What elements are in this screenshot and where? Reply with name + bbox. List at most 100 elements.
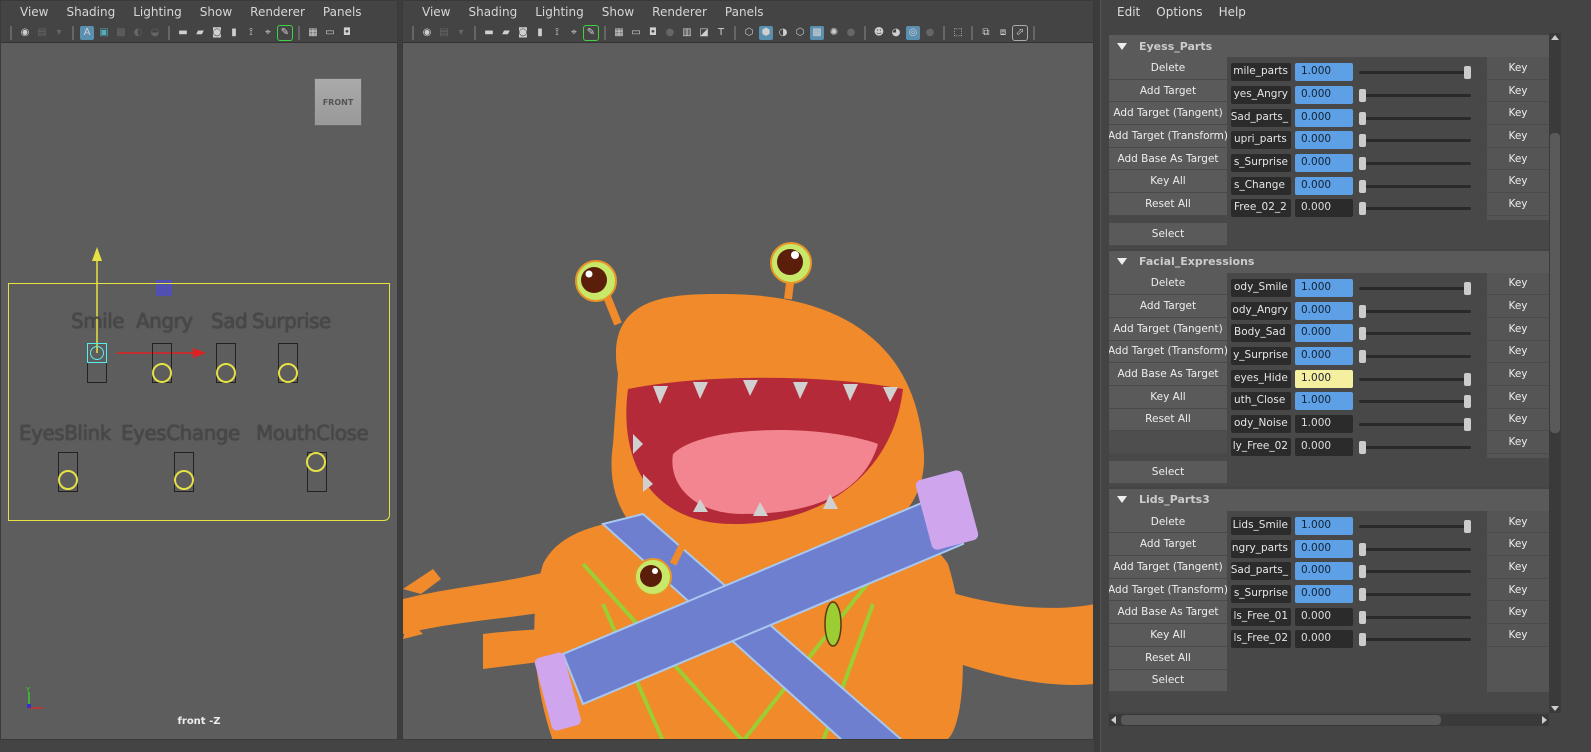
- resolution-gate-toggle-icon[interactable]: ◘: [646, 26, 660, 40]
- select-button[interactable]: Select: [1109, 461, 1227, 484]
- weight-slider[interactable]: [1359, 131, 1471, 149]
- delete-button[interactable]: Delete: [1109, 57, 1227, 80]
- film-gate-toggle-icon[interactable]: ▭: [629, 26, 643, 40]
- weight-slider[interactable]: [1359, 199, 1471, 217]
- menu-panels[interactable]: Panels: [716, 5, 773, 19]
- control-knob-sad[interactable]: [216, 363, 236, 383]
- menu-shading[interactable]: Shading: [57, 5, 124, 19]
- vertical-scroll-thumb[interactable]: [1550, 133, 1560, 433]
- camera-select-icon[interactable]: ◉: [18, 26, 32, 40]
- vertical-scrollbar[interactable]: [1549, 33, 1561, 713]
- resolution-gate-icon[interactable]: ▰: [499, 26, 513, 40]
- key-button[interactable]: Key: [1487, 193, 1549, 216]
- weight-field[interactable]: 1.000: [1295, 392, 1353, 411]
- lights-icon[interactable]: ✺: [827, 26, 841, 40]
- select-button[interactable]: Select: [1109, 669, 1227, 693]
- weight-slider[interactable]: [1359, 608, 1471, 626]
- slider-handle[interactable]: [1464, 281, 1471, 295]
- lock-camera-icon[interactable]: ▤: [35, 26, 49, 40]
- weight-field[interactable]: 1.000: [1295, 369, 1353, 388]
- menu-show[interactable]: Show: [191, 5, 241, 19]
- key-button[interactable]: Key: [1487, 511, 1549, 534]
- slider-handle[interactable]: [1359, 588, 1366, 602]
- target-name[interactable]: uth_Close: [1231, 392, 1291, 411]
- pencil-icon[interactable]: ✎: [583, 24, 599, 41]
- control-knob-eyeschange[interactable]: [174, 470, 194, 490]
- perspective-viewport[interactable]: View Shading Lighting Show Renderer Pane…: [402, 0, 1094, 740]
- weight-field[interactable]: 0.000: [1295, 346, 1353, 365]
- scroll-up-icon[interactable]: [1551, 35, 1559, 40]
- slider-handle[interactable]: [1359, 179, 1366, 193]
- weight-field[interactable]: 0.000: [1295, 607, 1353, 626]
- weight-field[interactable]: 1.000: [1295, 414, 1353, 433]
- delete-button[interactable]: Delete: [1109, 510, 1227, 534]
- key-button[interactable]: Key: [1487, 125, 1549, 148]
- target-name[interactable]: Lids_Smile: [1231, 517, 1291, 536]
- key-button[interactable]: Key: [1487, 273, 1549, 296]
- target-name[interactable]: Body_Sad: [1231, 324, 1291, 343]
- weight-slider[interactable]: [1359, 370, 1471, 388]
- target-name[interactable]: ody_Angry: [1231, 301, 1291, 320]
- weight-slider[interactable]: [1359, 585, 1471, 603]
- weight-field[interactable]: 0.000: [1295, 539, 1353, 558]
- scroll-right-icon[interactable]: [1542, 716, 1547, 724]
- perspective-canvas[interactable]: [403, 44, 1093, 739]
- key-button[interactable]: Key: [1487, 295, 1549, 318]
- target-name[interactable]: ls_Free_02: [1231, 630, 1291, 649]
- add-base-as-target-button[interactable]: Add Base As Target: [1109, 363, 1227, 386]
- slider-handle[interactable]: [1359, 111, 1366, 125]
- slider-handle[interactable]: [1464, 66, 1471, 80]
- menu-edit[interactable]: Edit: [1109, 5, 1148, 19]
- reset-all-button[interactable]: Reset All: [1109, 193, 1227, 216]
- field-chart-icon[interactable]: ▮: [533, 26, 547, 40]
- menu-shading[interactable]: Shading: [459, 5, 526, 19]
- target-name[interactable]: ly_Free_02: [1231, 437, 1291, 456]
- add-target-transform-button[interactable]: Add Target (Transform): [1109, 125, 1228, 148]
- weight-slider[interactable]: [1359, 415, 1471, 433]
- weight-field[interactable]: 1.000: [1295, 278, 1353, 297]
- weight-slider[interactable]: [1359, 438, 1471, 456]
- weight-field[interactable]: 1.000: [1295, 517, 1353, 536]
- slider-handle[interactable]: [1464, 520, 1471, 534]
- target-name[interactable]: s_Surprise: [1231, 585, 1291, 604]
- xray-icon[interactable]: ◐: [131, 26, 145, 40]
- slider-handle[interactable]: [1359, 565, 1366, 579]
- shadows-icon[interactable]: ●: [844, 26, 858, 40]
- slider-handle[interactable]: [1359, 202, 1366, 216]
- weight-slider[interactable]: [1359, 562, 1471, 580]
- resolution-gate-icon[interactable]: ▰: [193, 26, 207, 40]
- bookmark-icon[interactable]: ▾: [52, 26, 66, 40]
- section-header[interactable]: Facial_Expressions: [1109, 250, 1549, 273]
- gate-mask-icon[interactable]: ◙: [210, 26, 224, 40]
- weight-slider[interactable]: [1359, 279, 1471, 297]
- 2d-pan-zoom-icon[interactable]: ▣: [97, 26, 111, 40]
- weight-field[interactable]: 0.000: [1295, 154, 1353, 173]
- weight-slider[interactable]: [1359, 302, 1471, 320]
- weight-field[interactable]: 0.000: [1295, 630, 1353, 649]
- key-button[interactable]: Key: [1487, 80, 1549, 103]
- menu-view[interactable]: View: [413, 5, 459, 19]
- target-name[interactable]: upri_parts: [1231, 131, 1291, 150]
- add-target-transform-button[interactable]: Add Target (Transform): [1109, 340, 1228, 364]
- front-view-canvas[interactable]: FRONT Smile Angry Sad Surprise EyesBlink…: [1, 44, 397, 739]
- field-chart-toggle-icon[interactable]: ▥: [680, 26, 694, 40]
- target-name[interactable]: yes_Angry: [1231, 86, 1291, 105]
- weight-field[interactable]: 0.000: [1295, 131, 1353, 150]
- default-material-icon[interactable]: ◑: [776, 26, 790, 40]
- add-target-button[interactable]: Add Target: [1109, 295, 1227, 318]
- weight-slider[interactable]: [1359, 517, 1471, 535]
- control-knob-mouthclose[interactable]: [306, 452, 326, 472]
- slider-handle[interactable]: [1359, 542, 1366, 556]
- control-knob-surprise[interactable]: [278, 363, 298, 383]
- weight-field[interactable]: 0.000: [1295, 86, 1353, 105]
- grid-icon[interactable]: ▦: [306, 26, 320, 40]
- weight-slider[interactable]: [1359, 63, 1471, 81]
- add-base-as-target-button[interactable]: Add Base As Target: [1109, 147, 1227, 171]
- key-button[interactable]: Key: [1487, 341, 1549, 364]
- scroll-down-icon[interactable]: [1551, 706, 1559, 711]
- menu-help[interactable]: Help: [1211, 5, 1254, 19]
- menu-options[interactable]: Options: [1148, 5, 1210, 19]
- key-button[interactable]: Key: [1487, 170, 1549, 194]
- menu-show[interactable]: Show: [593, 5, 643, 19]
- target-name[interactable]: _Sad_parts: [1231, 562, 1291, 581]
